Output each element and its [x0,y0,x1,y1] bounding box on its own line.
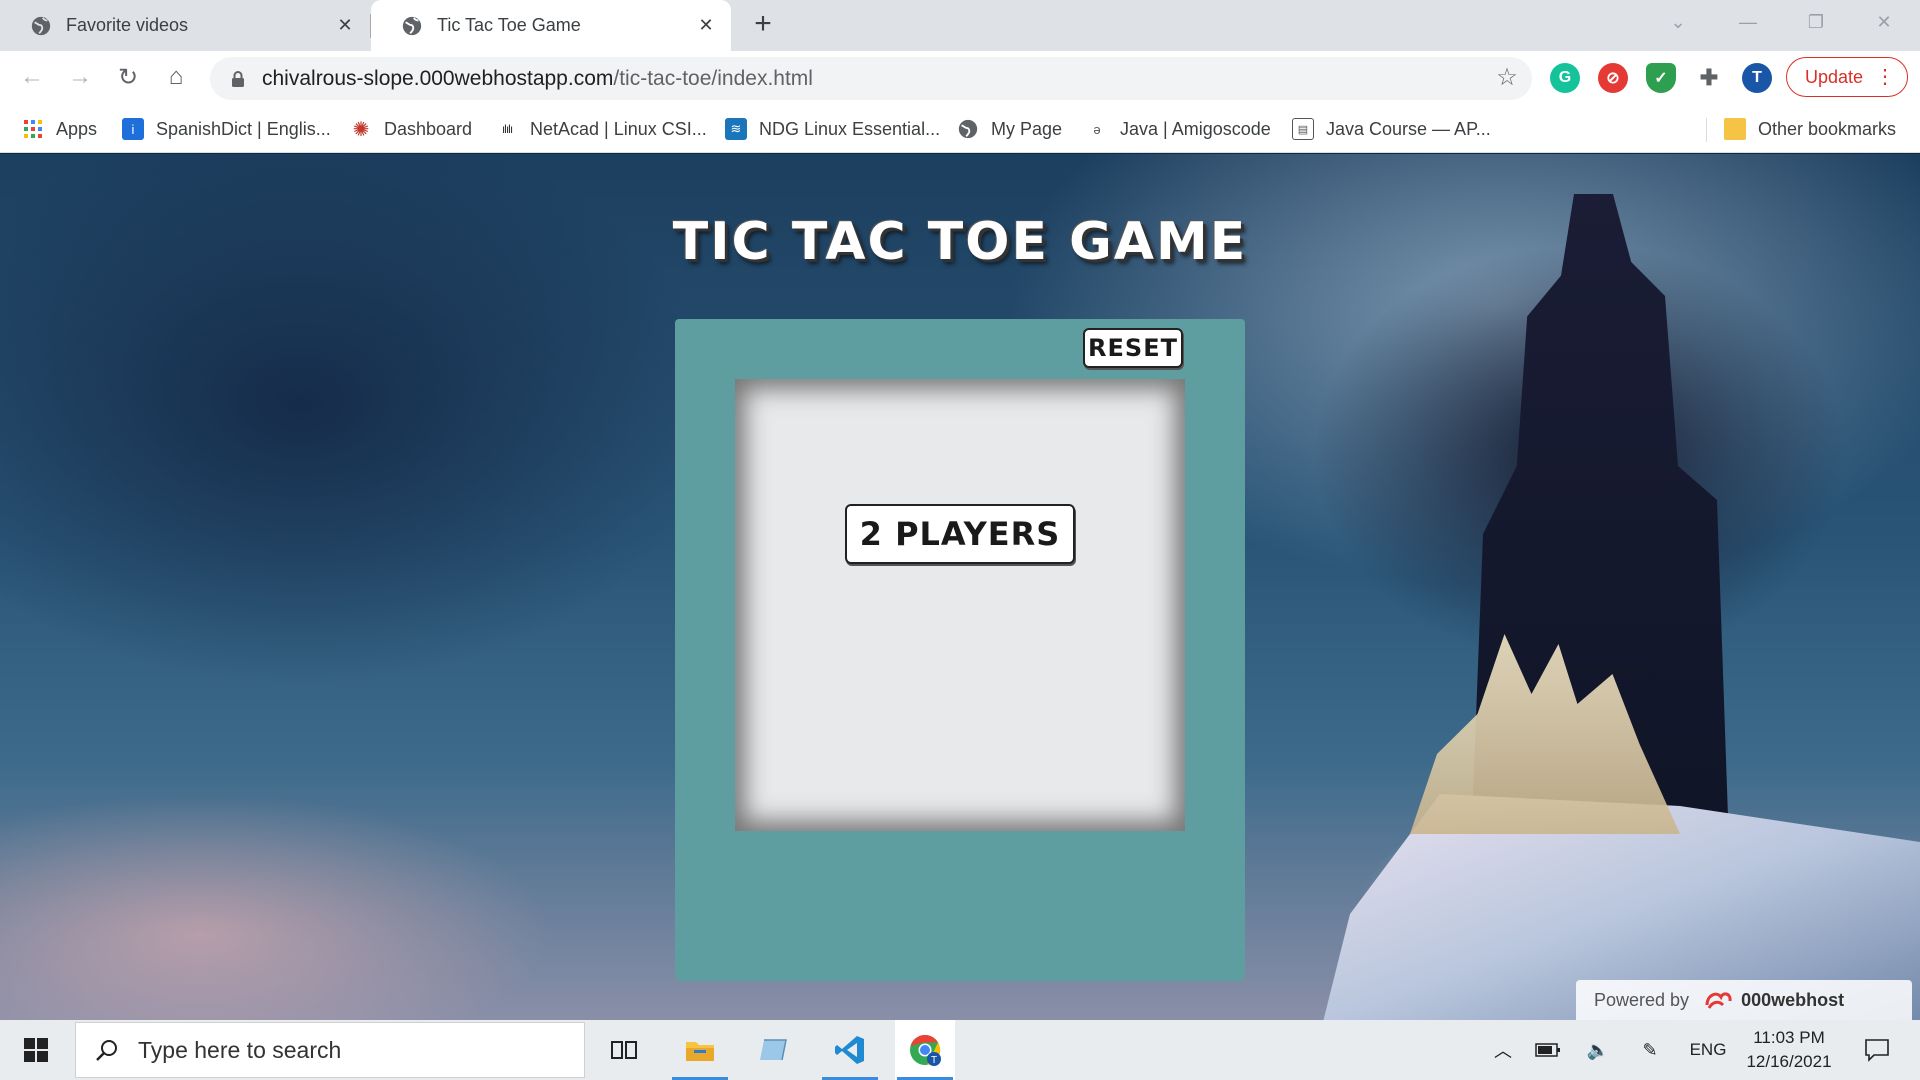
url-path: /tic-tac-toe/index.html [613,66,813,90]
reload-icon[interactable]: ↻ [110,59,146,95]
update-label: Update [1805,66,1864,87]
tab-tic-tac-toe[interactable]: Tic Tac Toe Game ✕ [371,0,731,51]
chrome-icon[interactable]: T [895,1020,955,1080]
taskbar-search-input[interactable]: Type here to search [75,1022,585,1078]
reset-button[interactable]: RESET [1083,328,1183,368]
globe-icon [957,118,979,140]
shield-icon[interactable]: ✓ [1646,63,1676,93]
home-icon[interactable]: ⌂ [158,59,194,95]
notifications-icon[interactable] [1852,1020,1902,1080]
language-indicator[interactable]: ENG [1684,1020,1732,1080]
canvas-icon: ✺ [352,118,370,141]
bookmark-label: Java Course — AP... [1326,118,1491,139]
extensions-puzzle-icon[interactable]: ✚ [1694,63,1724,93]
tab-label: Favorite videos [66,15,189,35]
page-viewport: TIC TAC TOE GAME RESET 2 PLAYERS Powered… [0,154,1920,1020]
close-icon[interactable]: ✕ [334,15,356,37]
bookmark-label: Apps [56,118,98,139]
bookmark-label: Java | Amigoscode [1120,118,1271,139]
tab-favorite-videos[interactable]: Favorite videos ✕ [0,0,370,51]
globe-icon [402,16,422,35]
menu-kebab-icon[interactable]: ⋮ [1875,64,1895,90]
amigoscode-icon: ǝ [1093,121,1101,137]
browser-toolbar: ← → ↻ ⌂ chivalrous-slope.000webhostapp.c… [0,51,1920,106]
bookmark-star-icon[interactable]: ☆ [1494,66,1520,92]
game-panel: RESET 2 PLAYERS [675,319,1245,981]
vscode-icon[interactable] [820,1020,880,1080]
cisco-icon: ılılı [501,122,513,136]
bookmark-ndg[interactable]: ≋ NDG Linux Essential... [725,106,940,152]
hosting-badge[interactable]: Powered by 000webhost [1576,980,1912,1020]
bookmarks-divider [1706,118,1707,142]
blocker-extension-icon[interactable]: ⊘ [1598,63,1628,93]
clock[interactable]: 11:03 PM 12/16/2021 [1734,1026,1844,1074]
clock-time: 11:03 PM [1753,1028,1825,1047]
show-hidden-icons-icon[interactable]: ︿ [1486,1020,1520,1080]
url-host: chivalrous-slope.000webhostapp.com [262,66,614,90]
svg-text:T: T [931,1055,937,1066]
file-explorer-icon[interactable] [670,1020,730,1080]
notes-app-icon[interactable] [745,1020,805,1080]
bookmark-label: Other bookmarks [1758,118,1897,139]
bookmark-apps[interactable]: Apps [22,106,97,152]
back-icon[interactable]: ← [14,59,50,95]
bookmark-my-page[interactable]: My Page [957,106,1062,152]
document-icon: ▤ [1292,118,1314,140]
bookmark-amigoscode[interactable]: ǝ Java | Amigoscode [1086,106,1271,152]
taskbar: Type here to search T ︿ 🔈 ✎ ENG 11:03 PM… [0,1020,1920,1080]
windows-start-icon[interactable] [14,1034,58,1066]
host-brand-label: 000webhost [1741,989,1845,1010]
avatar[interactable]: T [1742,63,1772,93]
bookmarks-bar: Apps i SpanishDict | Englis... ✺ Dashboa… [0,106,1920,153]
volume-icon[interactable]: 🔈 [1578,1020,1618,1080]
tab-search-icon[interactable]: ⌄ [1652,0,1704,44]
bookmark-label: Dashboard [384,118,473,139]
page-title: TIC TAC TOE GAME [672,212,1248,272]
apps-grid-icon [22,118,44,140]
bookmark-java-course[interactable]: ▤ Java Course — AP... [1292,106,1491,152]
clock-date: 12/16/2021 [1746,1052,1832,1071]
tab-label: Tic Tac Toe Game [437,15,581,35]
url-text: chivalrous-slope.000webhostapp.com/tic-t… [262,67,813,91]
close-icon[interactable]: ✕ [695,15,717,37]
bookmark-label: My Page [991,118,1063,139]
tab-strip: Favorite videos ✕ Tic Tac Toe Game ✕ + ⌄… [0,0,1920,51]
restore-icon[interactable]: ❐ [1790,0,1842,44]
forward-icon[interactable]: → [62,59,98,95]
bookmark-label: NDG Linux Essential... [759,118,941,139]
new-tab-button[interactable]: + [748,8,778,42]
ndg-icon: ≋ [725,118,747,140]
task-view-icon[interactable] [594,1020,654,1080]
grammarly-icon[interactable]: G [1550,63,1580,93]
bookmark-label: NetAcad | Linux CSI... [530,118,707,139]
window-close-icon[interactable]: ✕ [1858,0,1910,44]
game-board: 2 PLAYERS [735,379,1185,831]
update-button[interactable]: Update ⋮ [1786,57,1908,97]
bookmark-netacad[interactable]: ılılı NetAcad | Linux CSI... [496,106,707,152]
powered-by-label: Powered by [1594,989,1690,1010]
host-brand: 000webhost [1703,989,1844,1011]
lock-icon [232,70,244,87]
spanishdict-icon: i [122,118,144,140]
search-icon [96,1040,117,1061]
pen-icon[interactable]: ✎ [1630,1020,1670,1080]
bookmark-spanishdict[interactable]: i SpanishDict | Englis... [122,106,331,152]
folder-icon [1724,118,1746,140]
bookmark-other[interactable]: Other bookmarks [1724,106,1896,152]
bookmark-label: SpanishDict | Englis... [156,118,331,139]
battery-icon[interactable] [1528,1020,1568,1080]
bookmark-dashboard[interactable]: ✺ Dashboard [350,106,472,152]
address-bar[interactable]: chivalrous-slope.000webhostapp.com/tic-t… [210,57,1532,100]
search-placeholder: Type here to search [138,1036,342,1063]
minimize-icon[interactable]: — [1722,0,1774,44]
000webhost-logo-icon [1705,992,1732,1009]
two-players-button[interactable]: 2 PLAYERS [845,504,1075,564]
globe-icon [31,16,51,35]
